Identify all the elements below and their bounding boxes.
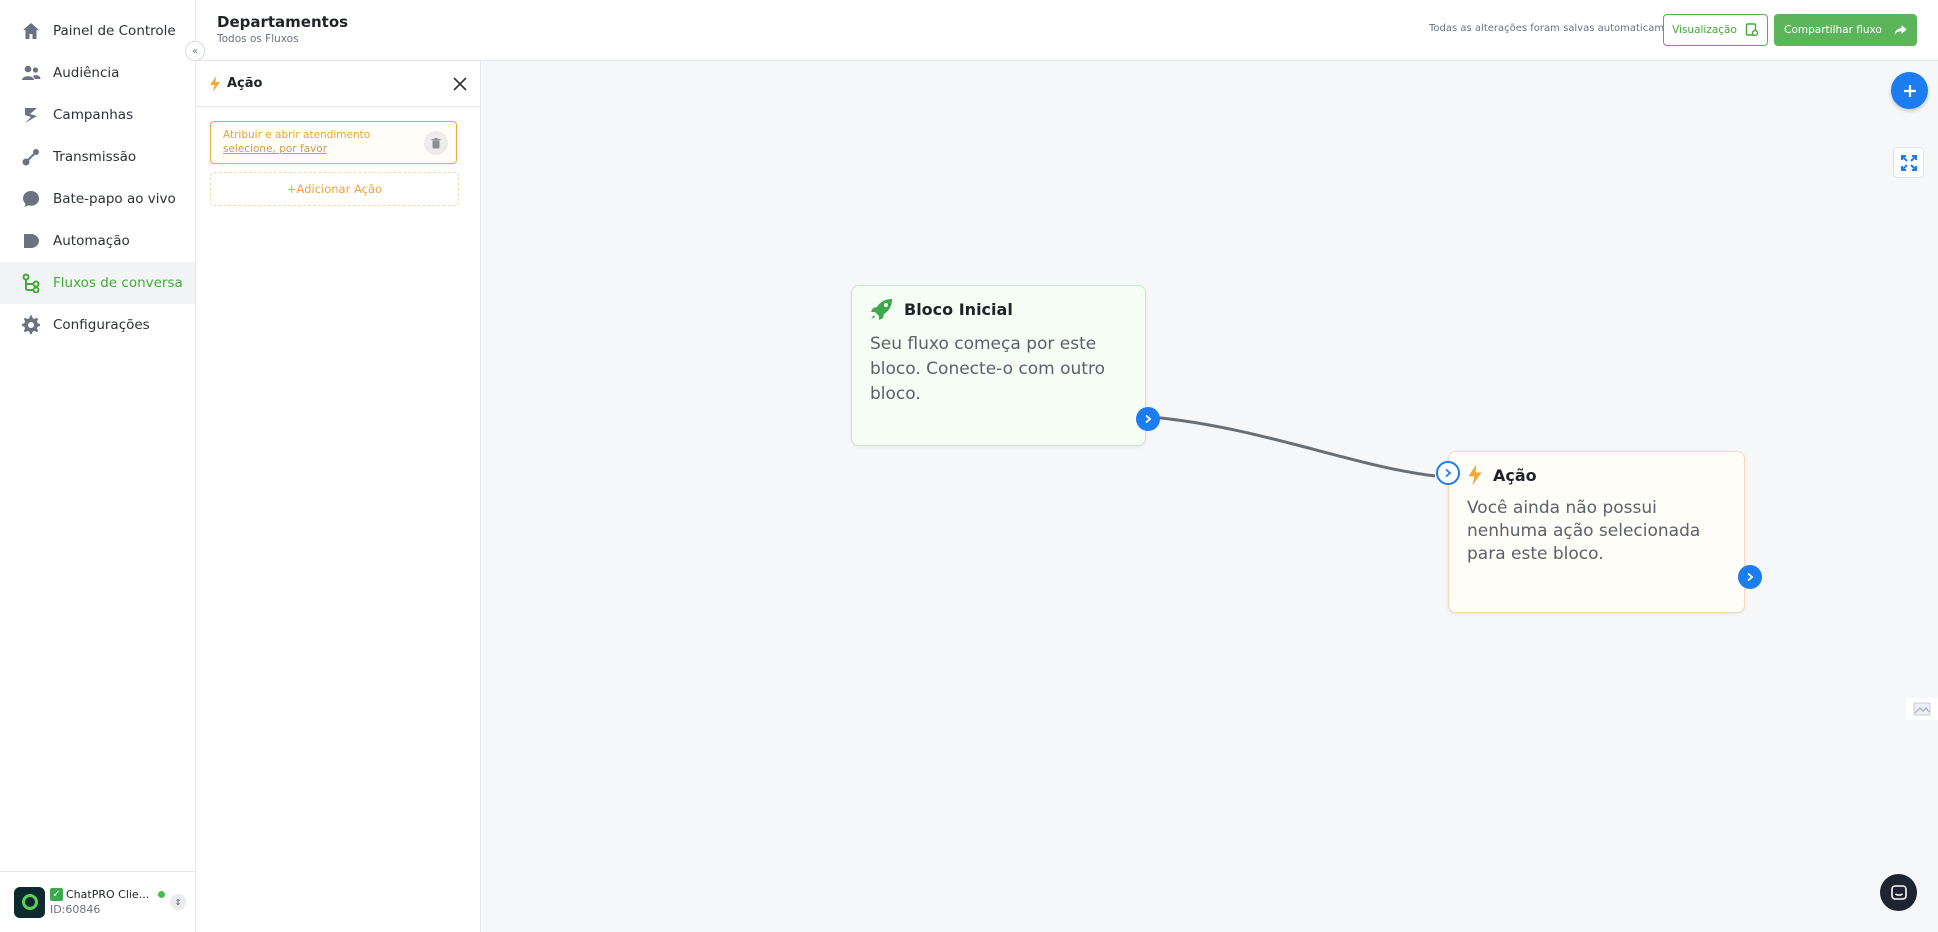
page-title: Departamentos: [217, 13, 349, 31]
share-button-label: Compartilhar fluxo: [1784, 24, 1882, 36]
save-status: Todas as alterações foram salvas automat…: [1429, 23, 1687, 34]
flow-canvas[interactable]: Bloco Inicial Seu fluxo começa por este …: [481, 61, 1938, 932]
rocket-icon: [871, 299, 892, 320]
account-id: ID:60846: [50, 903, 101, 916]
add-action-button[interactable]: +Adicionar Ação: [210, 172, 459, 206]
preview-icon: [1745, 23, 1759, 37]
flow-icon: [21, 273, 41, 293]
close-icon[interactable]: [450, 74, 470, 94]
input-port[interactable]: [1436, 461, 1460, 485]
minimap-toggle[interactable]: [1906, 698, 1938, 720]
action-select-link[interactable]: selecione, por favor: [223, 142, 444, 156]
action-name: Atribuir e abrir atendimento: [223, 129, 371, 141]
lightning-icon: [210, 75, 220, 92]
breadcrumb[interactable]: Todos os Fluxos: [217, 33, 299, 45]
sidebar-item-label: Audiência: [53, 65, 120, 81]
trash-icon[interactable]: [424, 131, 448, 155]
expand-icon: [1900, 154, 1917, 171]
sidebar-item-audience[interactable]: Audiência: [0, 52, 195, 94]
add-block-button[interactable]: [1891, 72, 1928, 109]
avatar: [14, 886, 45, 918]
action-block[interactable]: Ação Você ainda não possui nenhuma ação …: [1436, 451, 1762, 613]
sidebar-item-dashboard[interactable]: Painel de Controle: [0, 10, 195, 52]
sidebar-item-campaigns[interactable]: Campanhas: [0, 94, 195, 136]
campaign-icon: [21, 105, 41, 125]
share-icon: [1894, 25, 1907, 35]
sidebar-item-label: Painel de Controle: [53, 23, 176, 39]
sidebar-item-label: Configurações: [53, 317, 150, 333]
preview-button[interactable]: Visualização: [1663, 14, 1768, 46]
home-icon: [21, 21, 41, 41]
expand-collapse-icon[interactable]: ⇕: [170, 894, 186, 910]
action-panel: Ação Atribuir e abrir atendimento seleci…: [196, 61, 481, 932]
start-block[interactable]: Bloco Inicial Seu fluxo começa por este …: [851, 285, 1160, 446]
sidebar: Painel de Controle Audiência Campanhas T…: [0, 0, 196, 932]
image-icon: [1913, 702, 1931, 716]
automation-icon: [21, 231, 41, 251]
broadcast-icon: [21, 147, 41, 167]
share-flow-button[interactable]: Compartilhar fluxo: [1774, 14, 1917, 46]
sidebar-collapse-button[interactable]: «: [185, 41, 205, 61]
support-chat-button[interactable]: [1880, 874, 1917, 911]
start-block-description: Seu fluxo começa por este bloco. Conecte…: [870, 334, 1105, 404]
account-switcher[interactable]: ✓ ChatPRO Clie... ID:60846 ⇕: [0, 871, 195, 932]
chat-icon: [1890, 884, 1907, 900]
panel-header: Ação: [196, 61, 480, 107]
output-port[interactable]: [1738, 565, 1762, 589]
preview-button-label: Visualização: [1672, 24, 1737, 36]
header: Departamentos Todos os Fluxos Todas as a…: [196, 0, 1938, 61]
check-badge-icon: ✓: [50, 888, 63, 901]
chat-bubble-icon: [21, 189, 41, 209]
plus-icon: [1903, 84, 1916, 97]
action-item[interactable]: Atribuir e abrir atendimento selecione, …: [210, 121, 457, 164]
gear-icon: [21, 315, 41, 335]
sidebar-item-automation[interactable]: Automação: [0, 220, 195, 262]
action-block-title: Ação: [1493, 465, 1537, 485]
account-name: ChatPRO Clie...: [66, 888, 150, 901]
action-block-description: Você ainda não possui nenhuma ação selec…: [1467, 498, 1701, 564]
sidebar-item-conversation-flows[interactable]: Fluxos de conversa: [0, 262, 195, 304]
sidebar-item-label: Campanhas: [53, 107, 134, 123]
users-icon: [21, 63, 41, 83]
sidebar-item-label: Bate-papo ao vivo: [53, 191, 176, 207]
sidebar-item-label: Automação: [53, 233, 130, 249]
sidebar-item-live-chat[interactable]: Bate-papo ao vivo: [0, 178, 195, 220]
sidebar-item-label: Fluxos de conversa: [53, 275, 183, 291]
sidebar-item-label: Transmissão: [53, 149, 137, 165]
fit-view-button[interactable]: [1893, 147, 1924, 178]
lightning-icon: [1468, 464, 1482, 486]
sidebar-item-broadcast[interactable]: Transmissão: [0, 136, 195, 178]
output-port[interactable]: [1136, 407, 1160, 431]
panel-title: Ação: [227, 76, 263, 91]
online-status-icon: [158, 891, 166, 898]
start-block-title: Bloco Inicial: [904, 299, 1013, 319]
sidebar-item-settings[interactable]: Configurações: [0, 304, 195, 346]
